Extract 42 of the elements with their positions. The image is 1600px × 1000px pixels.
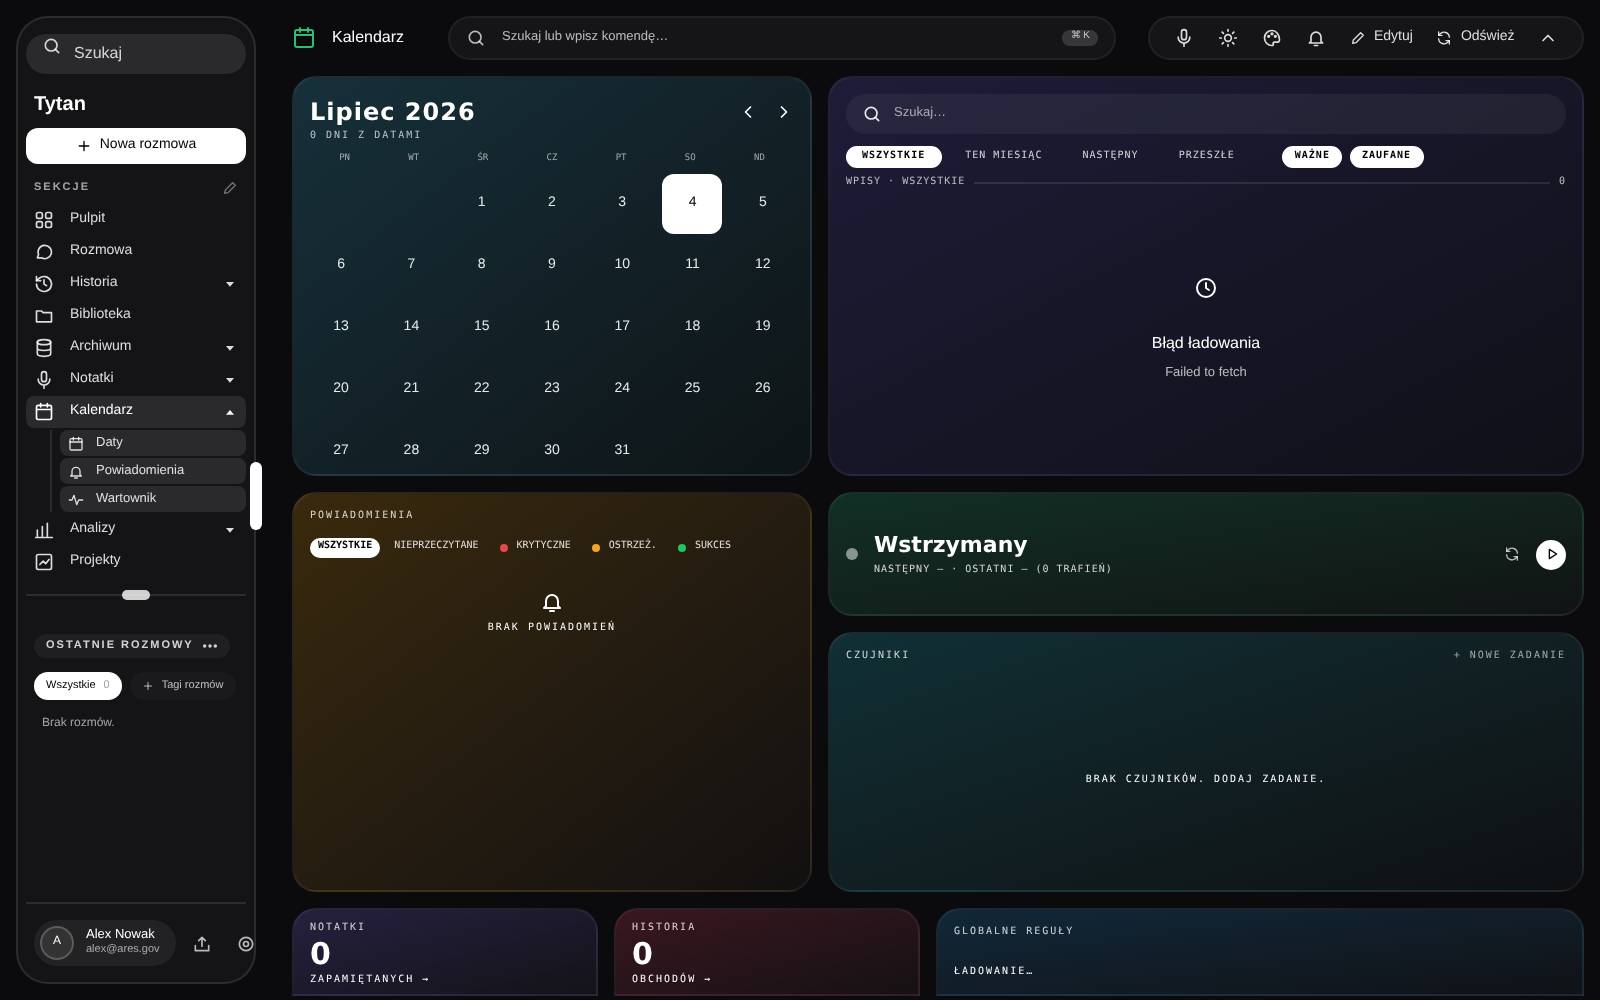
plus-icon bbox=[75, 138, 92, 154]
refresh-icon bbox=[1436, 30, 1453, 46]
palette-icon bbox=[1262, 28, 1282, 48]
chart-board-icon bbox=[34, 552, 54, 573]
stat-value: 0 bbox=[310, 937, 333, 971]
plus-icon bbox=[141, 680, 154, 693]
microphone-icon bbox=[1174, 28, 1194, 48]
pencil-icon bbox=[1350, 30, 1366, 46]
error-title: Błąd ładowania bbox=[1151, 331, 1261, 355]
pulse-icon bbox=[68, 491, 84, 508]
search-field[interactable]: Szukaj bbox=[26, 33, 246, 73]
month-title: Lipiec 2026 bbox=[310, 96, 478, 130]
pencil-icon bbox=[222, 180, 238, 197]
workspace-name: Tytan bbox=[32, 92, 88, 120]
history-icon bbox=[34, 274, 54, 295]
more-icon bbox=[201, 642, 218, 651]
play-button[interactable] bbox=[1536, 539, 1566, 569]
sun-icon bbox=[1218, 28, 1238, 48]
sentinel-status: Wstrzymany bbox=[874, 530, 1030, 562]
calendar-icon bbox=[292, 26, 316, 50]
search-icon bbox=[466, 28, 486, 48]
more-handle[interactable] bbox=[122, 590, 150, 601]
refresh-icon bbox=[1504, 546, 1520, 562]
database-icon bbox=[34, 338, 54, 359]
folder-icon bbox=[34, 306, 54, 327]
clock-icon bbox=[1194, 275, 1218, 299]
bell-icon bbox=[540, 589, 564, 613]
bell-icon bbox=[68, 463, 84, 480]
grid-icon bbox=[34, 210, 54, 231]
upload-icon bbox=[191, 933, 212, 953]
search-icon bbox=[862, 104, 882, 124]
scrollbar-thumb[interactable] bbox=[250, 462, 262, 530]
bell-icon bbox=[1306, 28, 1326, 48]
bar-chart-icon bbox=[34, 520, 54, 541]
stat-value: 0 bbox=[632, 937, 655, 971]
page-title: Kalendarz bbox=[332, 26, 407, 50]
microphone-icon bbox=[34, 370, 54, 391]
play-icon bbox=[1543, 546, 1559, 562]
refresh-button[interactable] bbox=[1504, 546, 1520, 562]
chat-bubble-icon bbox=[34, 242, 54, 263]
calendar-icon bbox=[34, 402, 54, 423]
calendar-icon bbox=[68, 435, 84, 452]
